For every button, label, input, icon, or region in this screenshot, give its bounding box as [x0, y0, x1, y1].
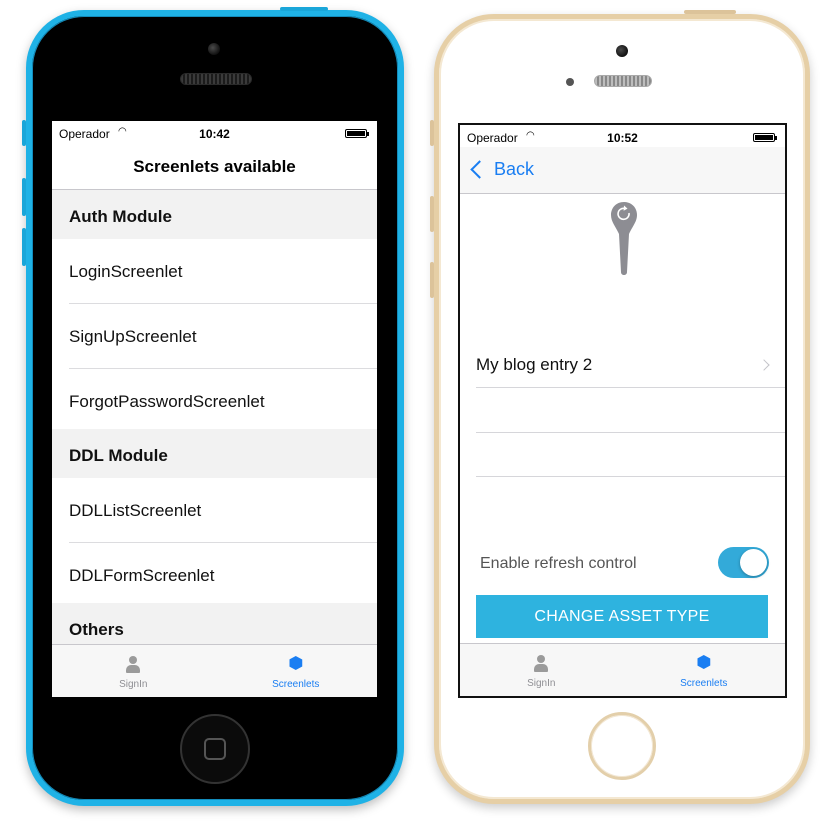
list-item-forgot-password[interactable]: ForgotPasswordScreenlet: [52, 369, 377, 429]
tab-bar: SignIn Screenlets: [460, 643, 785, 696]
asset-title: My blog entry 2: [476, 355, 593, 374]
home-button[interactable]: [180, 714, 250, 784]
pull-to-refresh-icon: [611, 202, 637, 275]
list-item-ddl-list[interactable]: DDLListScreenlet: [52, 478, 377, 543]
hexagon-icon: [289, 656, 303, 670]
clock: 10:52: [607, 131, 638, 145]
tab-bar: SignIn Screenlets: [52, 644, 377, 697]
volume-down-button: [430, 262, 434, 298]
tab-label: SignIn: [119, 679, 148, 690]
person-icon: [126, 656, 141, 674]
empty-list-row: [476, 432, 785, 477]
navigation-bar: Back: [460, 147, 785, 194]
chevron-left-icon: [470, 160, 489, 179]
tab-label: Screenlets: [272, 679, 320, 690]
hexagon-icon: [697, 655, 711, 669]
status-bar: Operador ◠ 10:42: [52, 121, 377, 143]
tab-screenlets[interactable]: Screenlets: [215, 645, 378, 697]
refresh-control-label: Enable refresh control: [480, 555, 637, 572]
mute-switch: [22, 120, 26, 146]
home-square-icon: [204, 738, 226, 760]
mute-switch: [430, 120, 434, 146]
chevron-right-icon: [758, 359, 770, 371]
power-button: [280, 7, 328, 11]
battery-icon: [345, 129, 369, 138]
page-title: Screenlets available: [133, 157, 296, 176]
asset-list-item[interactable]: My blog entry 2: [476, 347, 785, 388]
status-bar: Operador ◠ 10:52: [460, 125, 785, 147]
screenlet-list: Auth Module LoginScreenlet SignUpScreenl…: [52, 190, 377, 652]
front-camera: [208, 43, 220, 55]
empty-list-row: [476, 388, 785, 433]
tab-signin[interactable]: SignIn: [52, 645, 215, 697]
volume-up-button: [22, 178, 26, 216]
list-item-ddl-form[interactable]: DDLFormScreenlet: [52, 543, 377, 603]
change-asset-type-button[interactable]: CHANGE ASSET TYPE: [476, 595, 768, 638]
volume-up-button: [430, 196, 434, 232]
list-item-login[interactable]: LoginScreenlet: [52, 239, 377, 304]
battery-icon: [753, 133, 777, 142]
earpiece-speaker: [180, 73, 252, 85]
right-screen: Operador ◠ 10:52 Back My blog entry 2 En…: [458, 123, 787, 698]
person-icon: [534, 655, 549, 673]
tab-screenlets[interactable]: Screenlets: [623, 644, 786, 696]
volume-down-button: [22, 228, 26, 266]
clock: 10:42: [199, 127, 230, 141]
section-header-ddl: DDL Module: [52, 429, 377, 478]
list-item-signup[interactable]: SignUpScreenlet: [52, 304, 377, 369]
back-button[interactable]: Back: [469, 159, 534, 180]
tab-label: SignIn: [527, 678, 556, 689]
home-button[interactable]: [588, 712, 656, 780]
power-button: [684, 10, 736, 14]
section-header-auth: Auth Module: [52, 190, 377, 239]
refresh-control-toggle[interactable]: [718, 547, 769, 578]
back-label: Back: [494, 159, 535, 179]
left-screen: Operador ◠ 10:42 Screenlets available Au…: [52, 121, 377, 697]
front-camera: [616, 45, 628, 57]
proximity-sensor: [566, 78, 574, 86]
navigation-bar: Screenlets available: [52, 143, 377, 190]
tab-label: Screenlets: [680, 678, 728, 689]
tab-signin[interactable]: SignIn: [460, 644, 623, 696]
earpiece-speaker: [594, 75, 652, 87]
toggle-knob: [740, 549, 767, 576]
